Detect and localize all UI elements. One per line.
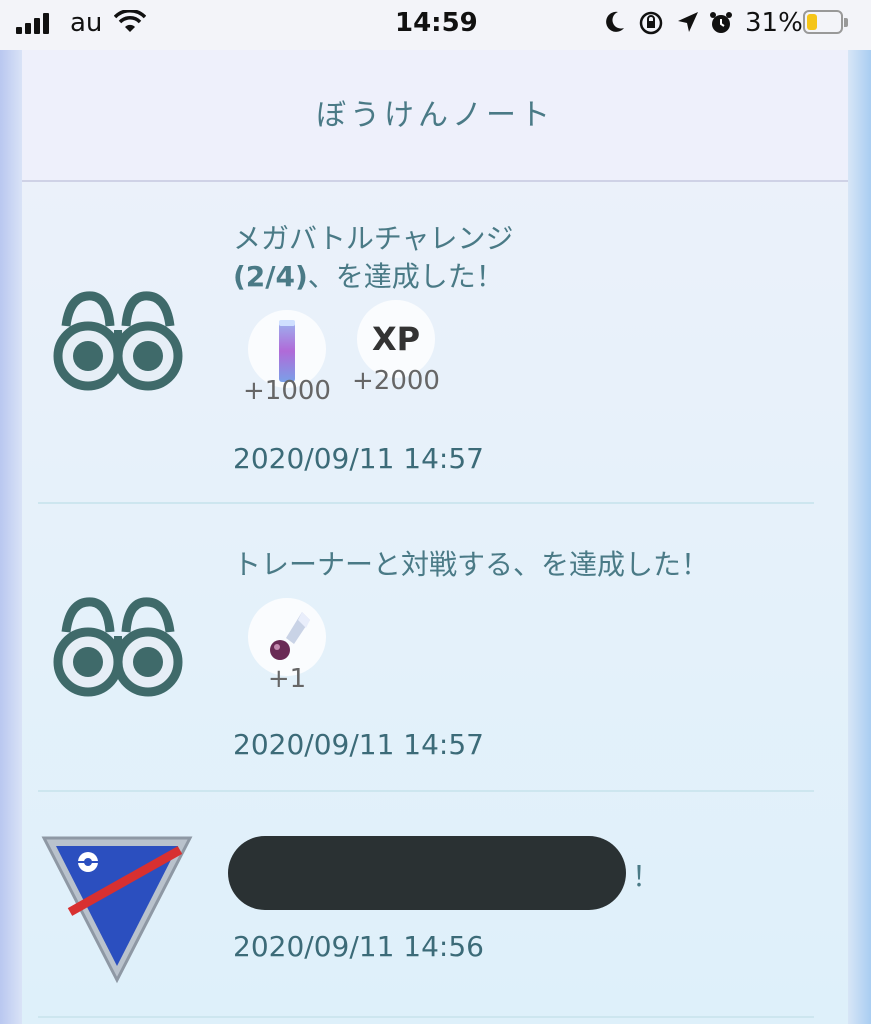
adventure-notes-panel: ぼうけんノート メガバトルチャレンジ (2/4)、を達成した！ +1000 XP…: [22, 50, 848, 1024]
divider: [38, 1016, 814, 1018]
sinnoh-stone-value: +1: [267, 664, 307, 694]
divider: [38, 502, 814, 504]
entry-2-timestamp: 2020/09/11 14:57: [233, 728, 484, 761]
alarm-icon: [710, 12, 732, 33]
xp-icon: XP: [371, 320, 421, 358]
great-league-icon: [41, 836, 193, 984]
xp-value: +2000: [352, 366, 440, 396]
divider: [38, 790, 814, 792]
carrier-label: au: [70, 8, 103, 38]
entry-2-title: トレーナーと対戦する、を達成した！: [233, 548, 710, 581]
moon-icon: [606, 11, 624, 32]
wifi-icon: [114, 10, 146, 32]
status-bar: au 14:59 31%: [0, 0, 871, 50]
location-arrow-icon: [678, 12, 698, 32]
binoculars-icon: [53, 291, 183, 391]
entry-3-title-suffix: ！: [632, 860, 661, 893]
entry-1-title: メガバトルチャレンジ (2/4)、を達成した！: [233, 222, 514, 293]
page-title: ぼうけんノート: [316, 98, 554, 133]
redacted-text: [228, 836, 626, 910]
signal-icon: [16, 12, 54, 34]
binoculars-icon: [53, 597, 183, 697]
rotation-lock-icon: [639, 11, 663, 35]
header: ぼうけんノート: [22, 50, 848, 182]
battery-percent: 31%: [745, 8, 803, 38]
clock: 14:59: [395, 8, 478, 38]
entry-3-timestamp: 2020/09/11 14:56: [233, 930, 484, 963]
entry-1-timestamp: 2020/09/11 14:57: [233, 442, 484, 475]
battery-icon: [803, 10, 848, 34]
stardust-value: +1000: [243, 376, 331, 406]
